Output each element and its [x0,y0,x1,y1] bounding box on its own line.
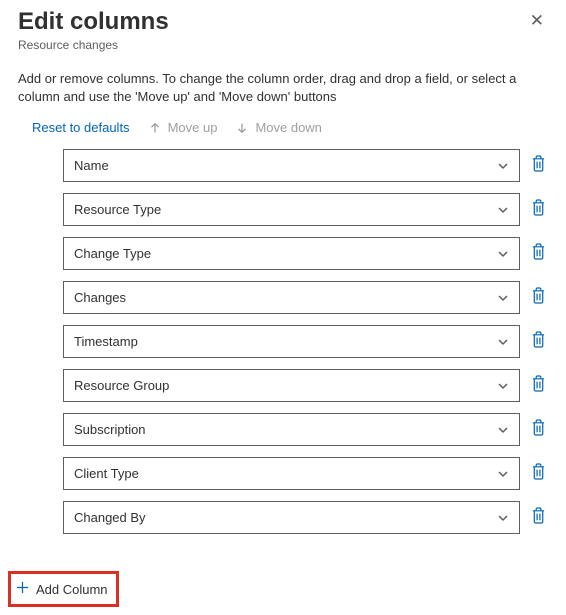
move-down-label: Move down [255,120,321,135]
chevron-down-icon [497,468,509,480]
column-select-label: Changed By [74,510,146,525]
chevron-down-icon [497,512,509,524]
chevron-down-icon [497,292,509,304]
column-select-label: Subscription [74,422,146,437]
delete-column-button[interactable] [528,376,548,396]
delete-column-button[interactable] [528,332,548,352]
reset-defaults-label: Reset to defaults [32,120,130,135]
chevron-down-icon [497,424,509,436]
columns-list: Name Resource Type [18,149,548,534]
chevron-down-icon [497,336,509,348]
column-select-label: Change Type [74,246,151,261]
trash-icon [531,287,546,309]
page-subtitle: Resource changes [18,38,169,52]
delete-column-button[interactable] [528,200,548,220]
column-select[interactable]: Subscription [63,413,520,446]
column-select-label: Timestamp [74,334,138,349]
column-select-label: Resource Type [74,202,161,217]
column-row: Resource Type [63,193,548,226]
column-row: Change Type [63,237,548,270]
arrow-up-icon [148,121,162,135]
close-button[interactable]: ✕ [526,8,548,33]
trash-icon [531,463,546,485]
delete-column-button[interactable] [528,508,548,528]
delete-column-button[interactable] [528,156,548,176]
column-select[interactable]: Name [63,149,520,182]
close-icon: ✕ [530,11,544,30]
move-up-label: Move up [168,120,218,135]
column-select[interactable]: Client Type [63,457,520,490]
chevron-down-icon [497,160,509,172]
move-up-button[interactable]: Move up [148,120,218,135]
move-down-button[interactable]: Move down [235,120,321,135]
trash-icon [531,507,546,529]
trash-icon [531,419,546,441]
delete-column-button[interactable] [528,244,548,264]
trash-icon [531,155,546,177]
plus-icon [15,580,30,598]
column-select[interactable]: Changes [63,281,520,314]
column-select-label: Changes [74,290,126,305]
trash-icon [531,243,546,265]
delete-column-button[interactable] [528,464,548,484]
trash-icon [531,375,546,397]
column-select-label: Resource Group [74,378,169,393]
column-row: Name [63,149,548,182]
delete-column-button[interactable] [528,420,548,440]
column-row: Changes [63,281,548,314]
toolbar: Reset to defaults Move up Move down [32,120,548,135]
trash-icon [531,199,546,221]
column-select[interactable]: Change Type [63,237,520,270]
chevron-down-icon [497,248,509,260]
column-select-label: Name [74,158,109,173]
chevron-down-icon [497,204,509,216]
description-text: Add or remove columns. To change the col… [18,70,548,106]
column-select-label: Client Type [74,466,139,481]
add-column-label: Add Column [36,582,108,597]
reset-defaults-button[interactable]: Reset to defaults [32,120,130,135]
page-title: Edit columns [18,8,169,36]
chevron-down-icon [497,380,509,392]
trash-icon [531,331,546,353]
column-row: Resource Group [63,369,548,402]
column-row: Subscription [63,413,548,446]
column-select[interactable]: Changed By [63,501,520,534]
column-select[interactable]: Timestamp [63,325,520,358]
delete-column-button[interactable] [528,288,548,308]
column-row: Changed By [63,501,548,534]
column-row: Client Type [63,457,548,490]
add-column-button[interactable]: Add Column [8,571,119,607]
column-select[interactable]: Resource Type [63,193,520,226]
column-select[interactable]: Resource Group [63,369,520,402]
column-row: Timestamp [63,325,548,358]
arrow-down-icon [235,121,249,135]
